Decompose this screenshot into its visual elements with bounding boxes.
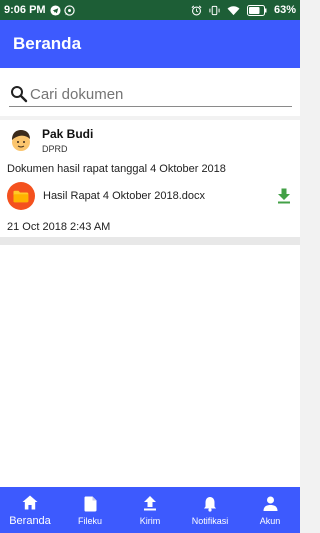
attachment-row[interactable]: Hasil Rapat 4 Oktober 2018.docx: [7, 182, 293, 210]
nav-label: Notifikasi: [191, 515, 229, 526]
nav-label: Beranda: [9, 514, 51, 527]
nav-item-notifikasi[interactable]: Notifikasi: [180, 487, 240, 533]
author-role: DPRD: [42, 144, 68, 154]
nav-item-fileku[interactable]: Fileku: [60, 487, 120, 533]
nav-item-akun[interactable]: Akun: [240, 487, 300, 533]
status-right: 63%: [191, 4, 296, 16]
post-description: Dokumen hasil rapat tanggal 4 Oktober 20…: [7, 163, 226, 175]
author-name: Pak Budi: [42, 127, 94, 141]
status-bar: 9:06 PM 63%: [0, 0, 300, 20]
nav-item-kirim[interactable]: Kirim: [120, 487, 180, 533]
upload-icon: [143, 495, 157, 513]
nav-label: Akun: [259, 515, 281, 526]
avatar: [8, 127, 34, 153]
telegram-icon: [50, 4, 61, 16]
card-divider: [0, 237, 300, 245]
file-icon: [84, 495, 97, 513]
app-bar: Beranda: [0, 20, 300, 68]
whatsapp-icon: [63, 4, 75, 16]
vibrate-icon: [209, 5, 220, 16]
search-input[interactable]: [30, 85, 285, 103]
search-icon: [9, 84, 29, 104]
folder-icon: [7, 182, 35, 210]
attachment-filename: Hasil Rapat 4 Oktober 2018.docx: [43, 190, 206, 202]
alarm-icon: [191, 5, 202, 16]
nav-item-beranda[interactable]: Beranda: [0, 487, 60, 533]
post-timestamp: 21 Oct 2018 2:43 AM: [7, 221, 111, 233]
feed-empty-area: [0, 245, 300, 487]
battery-percent: 63%: [273, 4, 296, 16]
search-container: [0, 68, 300, 116]
page-title: Beranda: [13, 34, 82, 53]
document-card[interactable]: Pak Budi DPRD Dokumen hasil rapat tangga…: [0, 120, 300, 237]
status-time: 9:06 PM: [4, 4, 46, 16]
wifi-icon: [227, 5, 240, 16]
bell-icon: [203, 495, 217, 513]
nav-label: Kirim: [139, 515, 161, 526]
person-icon: [263, 495, 278, 513]
nav-label: Fileku: [77, 515, 102, 526]
home-icon: [22, 494, 38, 512]
search-bar[interactable]: [9, 82, 292, 107]
download-icon[interactable]: [275, 187, 293, 205]
battery-icon: [246, 4, 267, 16]
bottom-navigation: Beranda Fileku Kirim Notifikasi Akun: [0, 487, 300, 533]
